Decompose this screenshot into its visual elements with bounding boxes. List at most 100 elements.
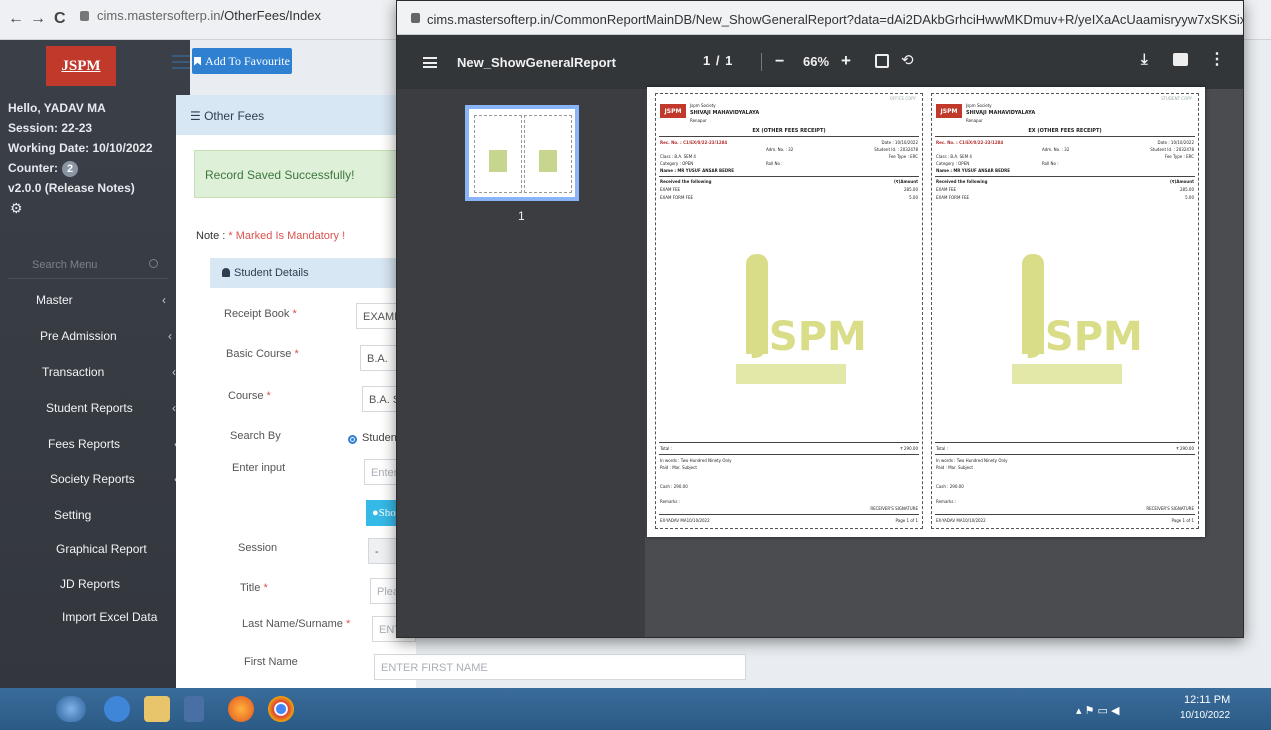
jspm-logo[interactable]: JSPM [46,46,116,86]
student-id-radio[interactable] [348,435,357,444]
receipt-date: Date : 10/10/2022 [881,140,918,145]
menu-item-import-excel-data[interactable]: Import Excel Data‹ [62,610,188,630]
eye-icon: ● [372,507,379,519]
file-explorer-icon[interactable] [144,696,170,722]
media-player-icon[interactable] [184,696,204,722]
menu-item-pre-admission[interactable]: Pre Admission ‹ [40,329,172,349]
search-menu-input[interactable]: Search Menu [8,253,168,279]
greeting: Hello, YADAV MA [8,101,106,115]
footer-left: EX-YADAV MA10/10/2022 [936,518,986,523]
chevron-left-icon: ‹ [168,329,172,343]
fit-to-page-icon[interactable] [875,54,889,68]
success-alert: Record Saved Successfully! [194,150,416,198]
remarks: Remarks : [660,499,681,504]
first-name-label: First Name [244,656,298,668]
student-name: Name : MR YUSUF ANSAR BEDRE [936,168,1010,173]
menu-item-setting[interactable]: Setting‹ [54,508,180,528]
received-heading: Received the following [660,179,712,184]
release-notes-link[interactable]: v2.0.0 (Release Notes) [8,178,153,198]
pdf-address-bar[interactable]: cims.mastersofterp.in/CommonReportMainDB… [397,1,1243,35]
mandatory-note: Note : * Marked Is Mandatory ! [196,230,345,242]
menu-label: Import Excel Data [62,610,158,624]
menu-item-jd-reports[interactable]: JD Reports‹ [60,577,186,597]
fee-amount: 285.00 [904,187,918,192]
cash: Cash : 290.00 [660,484,688,489]
required-star: * [345,618,351,630]
counter: Counter: 2 [8,158,153,178]
pdf-page: OFFICE COPY JSPM Jspm Society SHIVAJI MA… [647,87,1205,537]
flag-icon[interactable]: ⚑ [1085,705,1095,717]
page-thumbnail[interactable] [465,105,579,201]
divider [659,442,919,443]
bookmark-icon [194,56,202,66]
pdf-menu-icon[interactable] [423,57,437,68]
firefox-icon[interactable] [228,696,254,722]
internet-explorer-icon[interactable] [104,696,130,722]
menu-item-graphical-report[interactable]: Graphical Report‹ [56,542,184,562]
pdf-thumbnail-panel: 1 [397,89,645,637]
page-current: 1 [703,53,712,68]
watermark-text: JSPM [1030,314,1143,360]
page-total: 1 [725,53,734,68]
network-icon[interactable]: ▭ [1098,705,1108,717]
fee-amount: 285.00 [1180,187,1194,192]
zoom-out-icon[interactable]: − [775,53,784,71]
counter-badge: 2 [62,161,78,177]
zoom-in-icon[interactable]: + [841,51,851,71]
more-options-icon[interactable]: ⋮ [1209,49,1225,69]
clock-date[interactable]: 10/10/2022 [1180,710,1230,721]
student-details-title: Student Details [234,267,309,279]
add-to-favourite-label: Add To Favourite [205,53,290,68]
footer-left: EX-YADAV MA10/10/2022 [660,518,710,523]
fee-amount: 5.00 [1185,195,1194,200]
menu-item-fees-reports[interactable]: Fees Reports‹ [48,437,178,457]
menu-label: Society Reports [50,472,135,486]
user-icon [222,268,230,277]
forward-arrow-icon[interactable]: → [30,10,46,28]
system-tray[interactable]: ▴ ⚑ ▭ ◀ [1076,704,1119,717]
class: Class : B.A. SEM 4 [660,154,696,159]
college-name: SHIVAJI MAHAVIDYALAYA [966,110,1036,116]
jspm-watermark: JSPM [726,254,867,394]
menu-label: Student Reports [46,401,133,415]
zoom-level[interactable]: 66% [803,54,829,69]
pdf-toolbar: New_ShowGeneralReport 1 / 1 − 66% + ⟲ ⤓ … [397,35,1243,89]
amount-in-words: In words : Two Hundred Ninety Only [660,458,732,463]
url-path: /OtherFees/Index [220,8,321,23]
receipt-logo: JSPM [660,104,686,118]
reload-icon[interactable]: C [54,10,66,28]
first-name-input[interactable]: ENTER FIRST NAME [374,654,746,680]
last-name-label: Last Name/Surname * [242,618,350,630]
footer-page: Page 1 of 1 [895,518,918,523]
print-icon[interactable] [1173,53,1188,66]
add-to-favourite-button[interactable]: Add To Favourite [192,48,292,74]
settings-icon[interactable]: ⚙ [10,200,23,217]
watermark-base [1012,364,1122,384]
pdf-viewer-window: cims.mastersofterp.in/CommonReportMainDB… [396,0,1244,638]
hamburger-menu-icon[interactable] [172,55,190,69]
menu-label: Setting [54,508,92,522]
menu-item-transaction[interactable]: Transaction ‹ [42,365,176,385]
thumbnail-page-number: 1 [518,209,525,223]
download-icon[interactable]: ⤓ [1141,51,1148,68]
menu-item-society-reports[interactable]: Society Reports‹ [50,472,178,492]
chrome-icon[interactable] [268,696,294,722]
category: Category : OPEN [660,161,694,166]
receipt-office-copy: OFFICE COPY JSPM Jspm Society SHIVAJI MA… [655,93,923,529]
pdf-title: New_ShowGeneralReport [457,55,616,70]
back-arrow-icon[interactable]: ← [8,10,24,28]
divider [935,514,1195,515]
divider [935,454,1195,455]
tray-arrow-icon[interactable]: ▴ [1076,705,1082,717]
session-text: Session: 22-23 [8,121,93,135]
address-bar[interactable]: cims.mastersofterp.in/OtherFees/Index [80,8,321,23]
rotate-icon[interactable]: ⟲ [901,51,914,69]
society-name: Jspm Society [966,103,992,108]
menu-item-student-reports[interactable]: Student Reports ‹ [46,401,176,421]
fee-item: EXAM FORM FEE [660,195,694,200]
start-button-icon[interactable] [56,696,86,722]
clock-time[interactable]: 12:11 PM [1184,694,1230,706]
volume-icon[interactable]: ◀ [1111,705,1119,717]
page-indicator[interactable]: 1 / 1 [703,53,733,68]
menu-item-master[interactable]: Master ‹ [36,293,166,313]
